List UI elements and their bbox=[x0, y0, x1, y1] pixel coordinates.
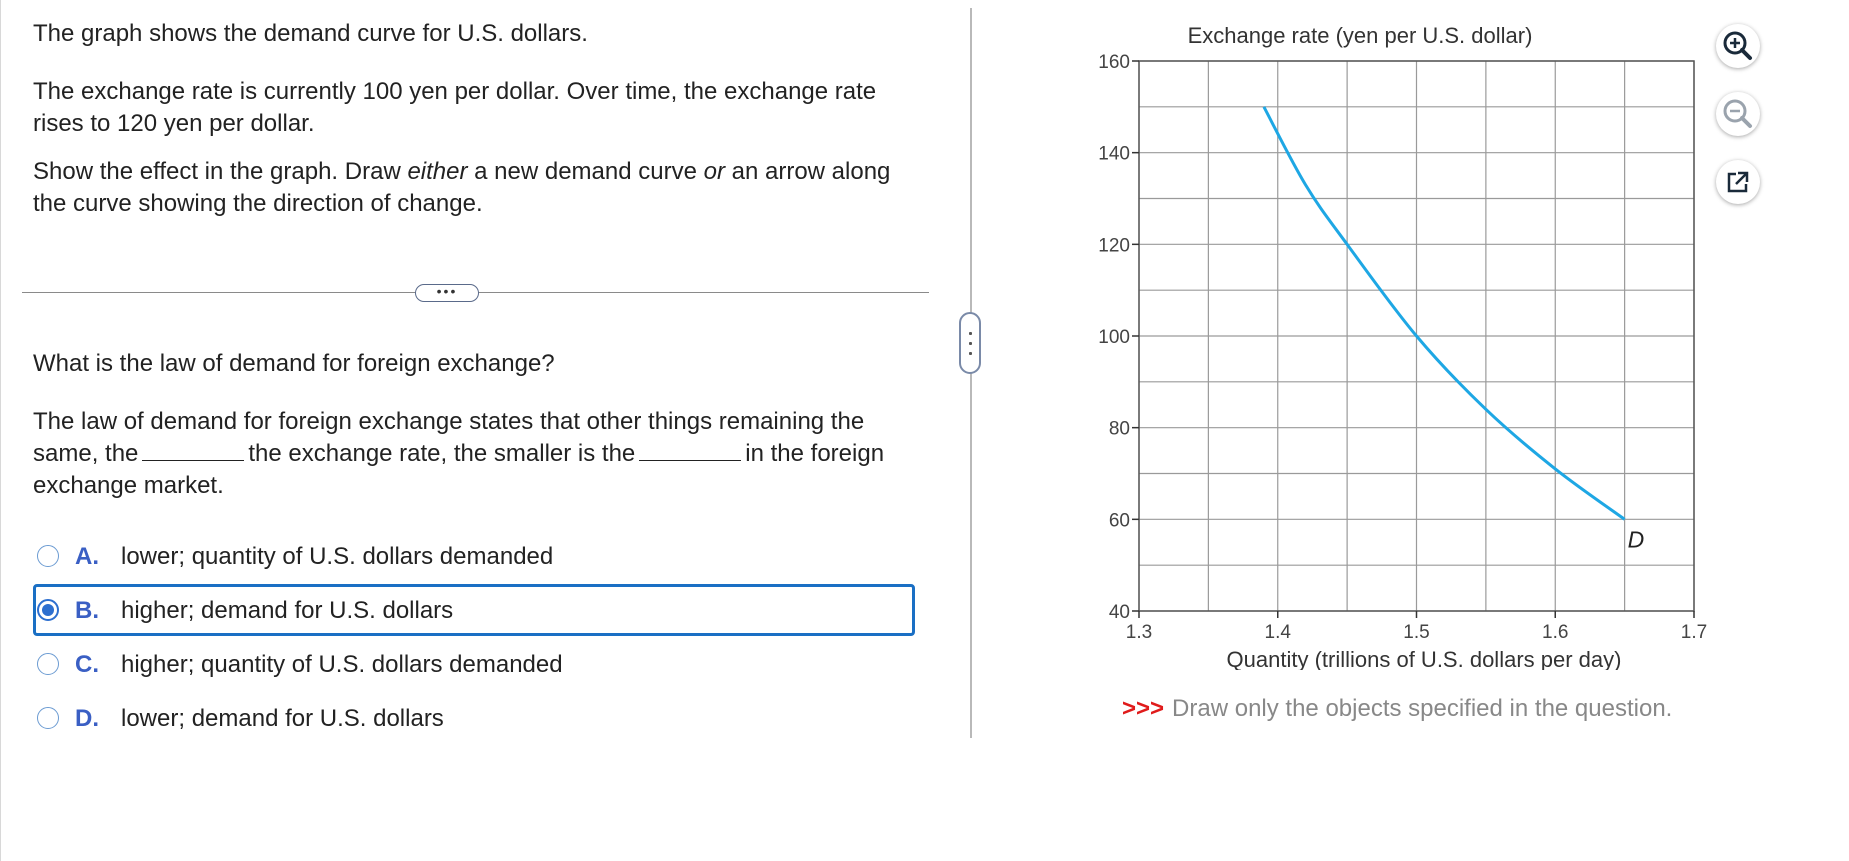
x-tick-label: 1.4 bbox=[1265, 622, 1292, 643]
y-tick-label: 160 bbox=[1098, 52, 1130, 73]
zoom-in-button[interactable] bbox=[1716, 24, 1760, 68]
law-part-2: the exchange rate, the smaller is the bbox=[248, 440, 636, 467]
handle-dot bbox=[969, 332, 972, 335]
option-letter-b: B. bbox=[75, 597, 99, 624]
y-tick-label: 100 bbox=[1098, 327, 1130, 348]
x-axis-title: Quantity (trillions of U.S. dollars per … bbox=[1227, 647, 1622, 670]
zoom-out-icon bbox=[1723, 99, 1752, 128]
zoom-in-icon bbox=[1723, 31, 1752, 60]
x-tick-label: 1.6 bbox=[1542, 622, 1568, 643]
y-tick-label: 80 bbox=[1109, 419, 1130, 440]
option-c[interactable]: C. higher; quantity of U.S. dollars dema… bbox=[33, 645, 913, 685]
pane-resize-handle[interactable] bbox=[959, 312, 981, 374]
intro-line-3-mid: a new demand curve bbox=[467, 158, 704, 185]
radio-button-b[interactable] bbox=[37, 599, 59, 621]
y-axis-title: Exchange rate (yen per U.S. dollar) bbox=[1188, 23, 1533, 48]
x-tick-label: 1.5 bbox=[1403, 622, 1429, 643]
y-tick-label: 60 bbox=[1109, 510, 1130, 531]
intro-line-3: Show the effect in the graph. Draw eithe… bbox=[33, 156, 913, 220]
law-statement: The law of demand for foreign exchange s… bbox=[33, 406, 913, 502]
intro-line-3-pre: Show the effect in the graph. Draw bbox=[33, 158, 408, 185]
intro-line-2: The exchange rate is currently 100 yen p… bbox=[33, 78, 877, 137]
option-b[interactable]: B. higher; demand for U.S. dollars bbox=[33, 591, 913, 631]
radio-button-c[interactable] bbox=[37, 653, 59, 675]
handle-dot bbox=[969, 352, 972, 355]
demand-graph[interactable]: 40 60 80 100 120 140 160 1.3 1.4 1.5 1.6 1.7 Exchang… bbox=[1060, 10, 1710, 670]
option-letter-a: A. bbox=[75, 543, 99, 570]
popout-icon bbox=[1727, 171, 1749, 193]
radio-button-d[interactable] bbox=[37, 707, 59, 729]
option-text-c: higher; quantity of U.S. dollars demande… bbox=[121, 651, 563, 678]
intro-line-1: The graph shows the demand curve for U.S… bbox=[33, 20, 588, 47]
option-a[interactable]: A. lower; quantity of U.S. dollars deman… bbox=[33, 537, 913, 577]
x-tick-label: 1.3 bbox=[1126, 622, 1152, 643]
intro-emphasis-either: either bbox=[407, 158, 468, 185]
radio-button-a[interactable] bbox=[37, 545, 59, 567]
blank-1 bbox=[142, 438, 245, 461]
option-text-b: higher; demand for U.S. dollars bbox=[121, 597, 454, 624]
intro-emphasis-or: or bbox=[703, 158, 725, 185]
option-letter-d: D. bbox=[75, 705, 99, 732]
x-tick-label: 1.7 bbox=[1681, 622, 1707, 643]
blank-2 bbox=[639, 438, 742, 461]
expand-more-button[interactable]: ••• bbox=[415, 284, 479, 302]
option-letter-c: C. bbox=[75, 651, 99, 678]
option-text-d: lower; demand for U.S. dollars bbox=[121, 705, 444, 732]
page-left-border bbox=[0, 0, 1, 861]
draw-instruction-text: Draw only the objects specified in the q… bbox=[1172, 695, 1673, 722]
y-tick-label: 140 bbox=[1098, 144, 1130, 165]
demand-curve-label: D bbox=[1628, 526, 1645, 552]
y-tick-label: 40 bbox=[1109, 602, 1130, 623]
popout-button[interactable] bbox=[1716, 160, 1760, 204]
zoom-out-button[interactable] bbox=[1716, 92, 1760, 136]
y-tick-label: 120 bbox=[1098, 235, 1130, 256]
draw-instruction: >>> Draw only the objects specified in th… bbox=[1122, 695, 1672, 723]
option-text-a: lower; quantity of U.S. dollars demanded bbox=[121, 543, 554, 570]
option-d[interactable]: D. lower; demand for U.S. dollars bbox=[33, 699, 913, 739]
handle-dot bbox=[969, 342, 972, 345]
demand-curve bbox=[1262, 106, 1626, 521]
draw-instruction-arrows: >>> bbox=[1122, 695, 1165, 722]
question-text: What is the law of demand for foreign ex… bbox=[33, 350, 555, 377]
